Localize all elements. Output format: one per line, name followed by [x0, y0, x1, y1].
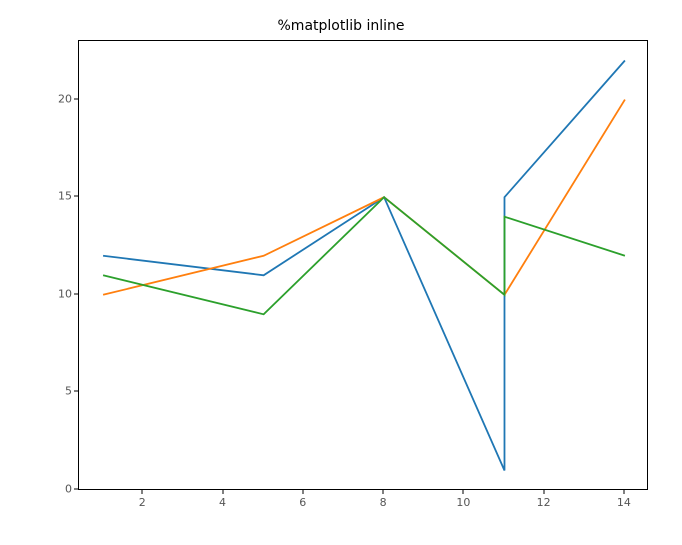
chart-title: %matplotlib inline [0, 18, 682, 34]
y-tick-mark [74, 489, 78, 490]
x-tick-mark [623, 490, 624, 494]
y-tick-mark [74, 98, 78, 99]
x-tick-label: 4 [219, 496, 226, 509]
y-tick-label: 0 [65, 483, 72, 496]
x-tick-mark [463, 490, 464, 494]
line-layer [79, 41, 649, 491]
x-tick-label: 8 [380, 496, 387, 509]
x-tick-mark [543, 490, 544, 494]
x-tick-label: 10 [456, 496, 470, 509]
x-tick-mark [383, 490, 384, 494]
x-tick-mark [142, 490, 143, 494]
x-tick-mark [222, 490, 223, 494]
series-line-series-0 [103, 61, 625, 471]
x-tick-label: 14 [617, 496, 631, 509]
y-tick-label: 15 [58, 190, 72, 203]
x-tick-mark [302, 490, 303, 494]
y-tick-mark [74, 196, 78, 197]
y-tick-label: 5 [65, 385, 72, 398]
y-tick-mark [74, 293, 78, 294]
y-tick-label: 10 [58, 287, 72, 300]
series-line-series-2 [103, 197, 625, 314]
y-tick-label: 20 [58, 92, 72, 105]
x-tick-label: 2 [139, 496, 146, 509]
chart-container: %matplotlib inline 0 5 10 15 20 2 4 6 8 10 12 14 [0, 0, 682, 545]
y-tick-mark [74, 391, 78, 392]
x-tick-label: 6 [299, 496, 306, 509]
x-tick-label: 12 [537, 496, 551, 509]
plot-area [78, 40, 648, 490]
